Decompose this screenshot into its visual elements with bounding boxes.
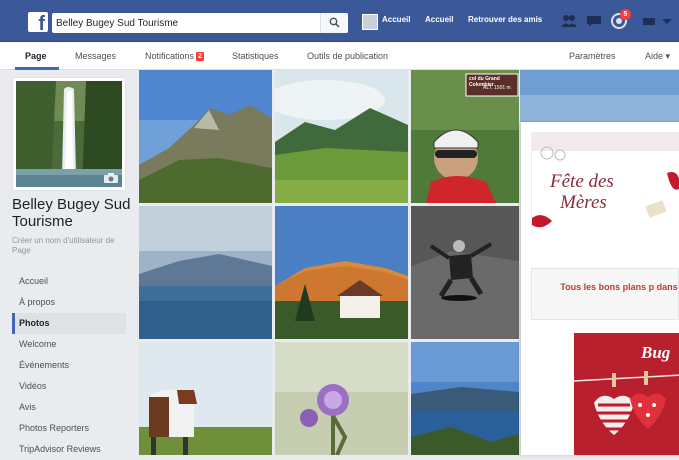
sidebar-item-videos[interactable]: Vidéos — [12, 376, 126, 397]
tab-messages[interactable]: Messages — [75, 51, 116, 61]
page-sidebar: Belley Bugey Sud Tourisme Créer un nom d… — [0, 70, 133, 455]
account-menu-icon[interactable] — [660, 12, 678, 30]
sidebar-item-welcome[interactable]: Welcome — [12, 334, 126, 355]
top-navigation-bar: f Accueil Accueil Retrouver des amis 5 — [0, 0, 679, 42]
ad-title-line2: Mères — [560, 192, 607, 213]
sidebar-item-photos[interactable]: Photos — [12, 313, 126, 334]
promo-popup[interactable]: Fête des Mères Tous les bons plans p dans… — [521, 122, 679, 455]
page-admin-tabs: Page Messages Notifications 2 Statistique… — [0, 42, 679, 70]
photo-tile[interactable] — [520, 70, 679, 122]
photo-tile[interactable] — [275, 342, 408, 455]
photo-tile[interactable] — [411, 342, 519, 455]
camera-icon[interactable] — [104, 173, 118, 183]
photo-tile[interactable]: col du Grand Colombier ALT. 1501 m — [411, 70, 519, 203]
ad-hearts-image[interactable]: Bug — [574, 333, 679, 455]
tab-page[interactable]: Page — [25, 51, 47, 61]
friend-requests-icon[interactable] — [560, 12, 578, 30]
sidebar-item-photo-reporters[interactable]: Photos Reporters — [12, 418, 126, 439]
tab-help[interactable]: Aide ▾ — [645, 51, 670, 62]
photo-tile[interactable] — [275, 70, 408, 203]
tab-notifications-label: Notifications — [145, 51, 195, 61]
photo-tile[interactable] — [139, 70, 272, 203]
sidebar-item-tripadvisor[interactable]: TripAdvisor Reviews — [12, 439, 126, 460]
avatar[interactable] — [362, 14, 378, 30]
create-username-link[interactable]: Créer un nom d'utilisateur de Page — [12, 236, 130, 256]
search-icon — [329, 17, 340, 28]
sidebar-item-reviews[interactable]: Avis — [12, 397, 126, 418]
nav-link-accueil[interactable]: Accueil — [425, 15, 453, 24]
sidebar-item-events[interactable]: Événements — [12, 355, 126, 376]
nav-link-find-friends[interactable]: Retrouver des amis — [468, 15, 542, 24]
photo-sign-alt: ALT. 1501 m — [483, 85, 511, 91]
sidebar-item-home[interactable]: Accueil — [12, 271, 126, 292]
tab-settings[interactable]: Paramètres — [569, 51, 616, 61]
nav-link-accueil-profile[interactable]: Accueil — [382, 15, 410, 24]
tab-notifications[interactable]: Notifications 2 — [145, 51, 205, 62]
page-profile-picture[interactable] — [13, 78, 125, 190]
notifications-count-badge: 2 — [196, 52, 205, 62]
photo-tile[interactable] — [411, 206, 519, 339]
facebook-logo[interactable]: f — [28, 12, 48, 32]
page-title[interactable]: Belley Bugey Sud Tourisme — [12, 196, 132, 230]
search-input[interactable] — [52, 13, 320, 33]
ad-text: Tous les bons plans p dans — [560, 282, 678, 292]
mothers-day-banner[interactable]: Fête des Mères — [531, 132, 679, 236]
photo-tile[interactable] — [139, 342, 272, 455]
photo-tile[interactable] — [275, 206, 408, 339]
sidebar-item-about[interactable]: À propos — [12, 292, 126, 313]
ad-title-line1: Fête des — [550, 171, 614, 192]
ad-title: Fête des Mères — [550, 171, 614, 213]
messages-icon[interactable] — [585, 12, 603, 30]
ad-brand-text: Bug — [641, 343, 671, 362]
tab-insights[interactable]: Statistiques — [232, 51, 279, 61]
photo-tile[interactable] — [139, 206, 272, 339]
ad-text-box[interactable]: Tous les bons plans p dans — [531, 268, 679, 320]
help-icon[interactable] — [640, 12, 658, 30]
notification-badge: 5 — [620, 9, 631, 20]
search-button[interactable] — [320, 13, 348, 33]
search-box — [52, 13, 348, 33]
tab-publishing-tools[interactable]: Outils de publication — [307, 51, 388, 61]
